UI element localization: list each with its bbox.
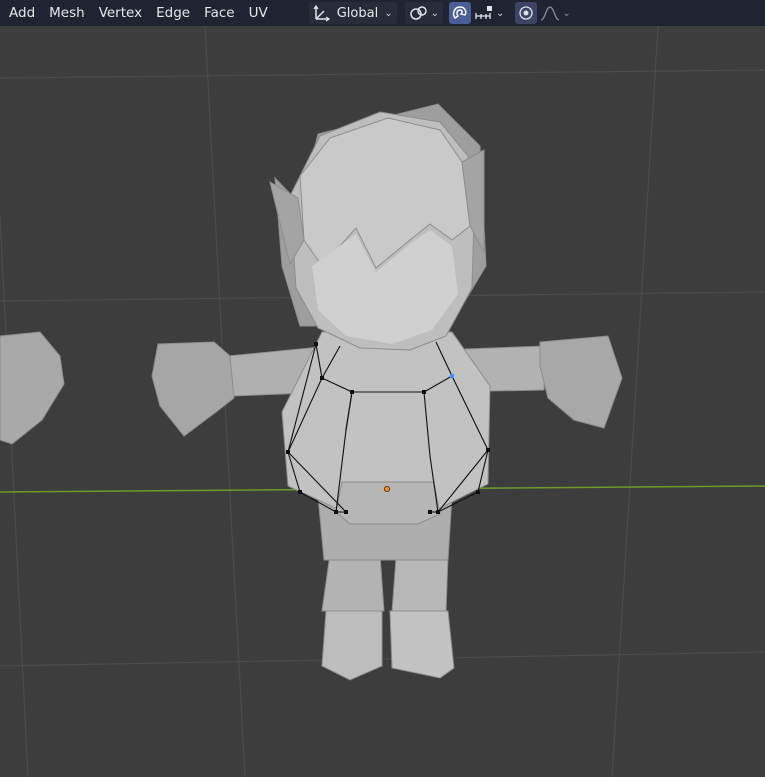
menu-vertex[interactable]: Vertex: [92, 0, 149, 26]
3d-viewport[interactable]: [0, 26, 765, 777]
viewport-header: Add Mesh Vertex Edge Face UV Global ⌄ ⌄ …: [0, 0, 765, 26]
chevron-down-icon: ⌄: [384, 7, 393, 19]
menu-mesh[interactable]: Mesh: [42, 0, 92, 26]
proportional-falloff-dropdown[interactable]: ⌄: [537, 2, 573, 24]
chevron-down-icon: ⌄: [430, 7, 439, 19]
proportional-editing-toggle[interactable]: [515, 2, 538, 24]
snap-type-dropdown[interactable]: ⌄: [471, 2, 507, 24]
chevron-down-icon: ⌄: [496, 7, 505, 19]
menu-uv[interactable]: UV: [242, 0, 275, 26]
menu-face[interactable]: Face: [197, 0, 242, 26]
transform-orientation-dropdown[interactable]: Global ⌄: [308, 2, 397, 24]
pivot-point-icon: [409, 6, 427, 20]
proportional-editing-icon: [519, 6, 534, 20]
menu-edge[interactable]: Edge: [149, 0, 197, 26]
object-origin: [383, 485, 390, 492]
menu-add[interactable]: Add: [2, 0, 42, 26]
transform-orientation-label: Global: [336, 5, 379, 21]
chevron-down-icon: ⌄: [562, 7, 571, 19]
transform-orientation-icon: [313, 4, 330, 22]
falloff-curve-icon: [541, 6, 560, 21]
pivot-point-dropdown[interactable]: ⌄: [404, 2, 443, 24]
snap-magnet-icon: [452, 6, 467, 19]
snap-toggle-button[interactable]: [449, 2, 471, 24]
active-vertex: [450, 374, 454, 378]
left-hand-mesh: [0, 331, 65, 445]
snap-increment-icon: [475, 6, 492, 19]
